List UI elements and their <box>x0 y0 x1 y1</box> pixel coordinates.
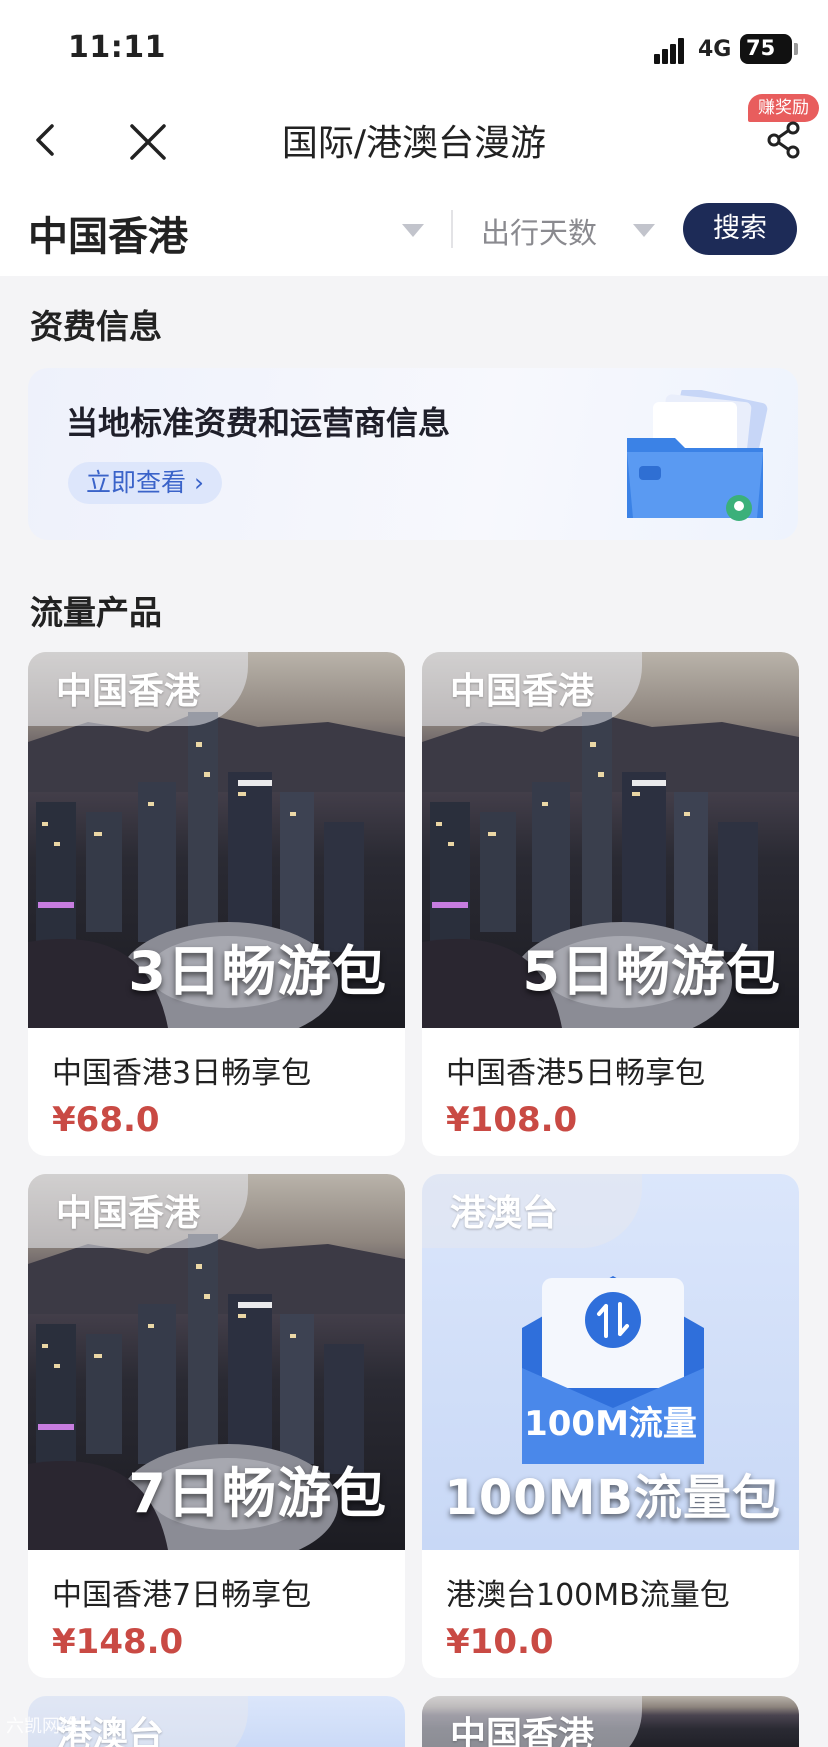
product-image: 中国香港 3日畅游包 <box>28 652 405 1028</box>
product-price: ¥68.0 <box>52 1100 160 1140</box>
network-type: 4G <box>698 37 732 62</box>
product-card[interactable]: 中国香港 <box>422 1696 799 1747</box>
product-card[interactable]: 中国香港 7日畅游包 中国香港7日畅享包 ¥148.0 <box>28 1174 405 1678</box>
product-card[interactable]: 中国香港 3日畅游包 中国香港3日畅享包 ¥68.0 <box>28 652 405 1156</box>
view-now-button[interactable]: 立即查看 › <box>68 462 222 504</box>
product-name: 中国香港5日畅享包 <box>446 1056 706 1091</box>
package-banner: 3日畅游包 <box>128 940 387 1003</box>
envelope-label: 100M流量 <box>524 1404 697 1444</box>
product-card[interactable]: 中国香港 5日畅游包 中国香港5日畅享包 ¥108.0 <box>422 652 799 1156</box>
product-name: 中国香港3日畅享包 <box>52 1056 312 1091</box>
fee-info-card[interactable]: 当地标准资费和运营商信息 立即查看 › <box>28 368 798 540</box>
product-card[interactable]: 100M流量 港澳台 100MB流量包 港澳台100MB流量包 ¥10.0 <box>422 1174 799 1678</box>
battery-icon: 75 <box>740 34 798 64</box>
product-name: 港澳台100MB流量包 <box>446 1578 730 1613</box>
days-select[interactable]: 出行天数 <box>481 210 597 252</box>
section-title-products: 流量产品 <box>30 593 162 632</box>
region-tag: 港澳台 <box>450 1193 559 1234</box>
product-price: ¥148.0 <box>52 1622 184 1662</box>
region-tag: 中国香港 <box>56 1193 201 1234</box>
search-button[interactable]: 搜索 <box>683 203 797 255</box>
data-envelope-icon <box>522 1276 704 1464</box>
signal-icon <box>654 38 684 64</box>
product-card[interactable]: 港澳台 <box>28 1696 405 1747</box>
product-image: 100M流量 港澳台 100MB流量包 <box>422 1174 799 1550</box>
product-image: 中国香港 7日畅游包 <box>28 1174 405 1550</box>
status-time: 11:11 <box>68 30 166 65</box>
product-name: 中国香港7日畅享包 <box>52 1578 312 1613</box>
region-tag: 中国香港 <box>450 671 595 712</box>
package-banner: 5日畅游包 <box>522 940 781 1003</box>
watermark: 六凯网络 <box>6 1716 78 1737</box>
region-select[interactable]: 中国香港 <box>28 204 188 262</box>
region-tag: 中国香港 <box>56 671 201 712</box>
chevron-down-icon[interactable] <box>402 224 424 237</box>
chevron-down-icon[interactable] <box>633 224 655 237</box>
battery-level: 75 <box>746 36 776 60</box>
product-price: ¥108.0 <box>446 1100 578 1140</box>
page-title: 国际/港澳台漫游 <box>281 123 547 164</box>
package-banner: 7日畅游包 <box>128 1462 387 1525</box>
filter-bar: 中国香港 出行天数 搜索 <box>0 180 828 276</box>
package-banner: 100MB流量包 <box>444 1470 781 1526</box>
folder-icon <box>627 390 768 521</box>
region-tag: 中国香港 <box>450 1715 595 1747</box>
product-price: ¥10.0 <box>446 1622 554 1662</box>
nav-bar: 国际/港澳台漫游 <box>0 100 828 180</box>
section-title-fee: 资费信息 <box>30 307 162 346</box>
share-icon[interactable] <box>766 120 802 160</box>
divider <box>451 210 453 248</box>
reward-badge[interactable]: 赚奖励 <box>748 94 819 122</box>
product-image: 中国香港 5日畅游包 <box>422 652 799 1028</box>
fee-card-title: 当地标准资费和运营商信息 <box>66 404 451 442</box>
status-bar: 11:11 4G 75 <box>0 0 828 100</box>
